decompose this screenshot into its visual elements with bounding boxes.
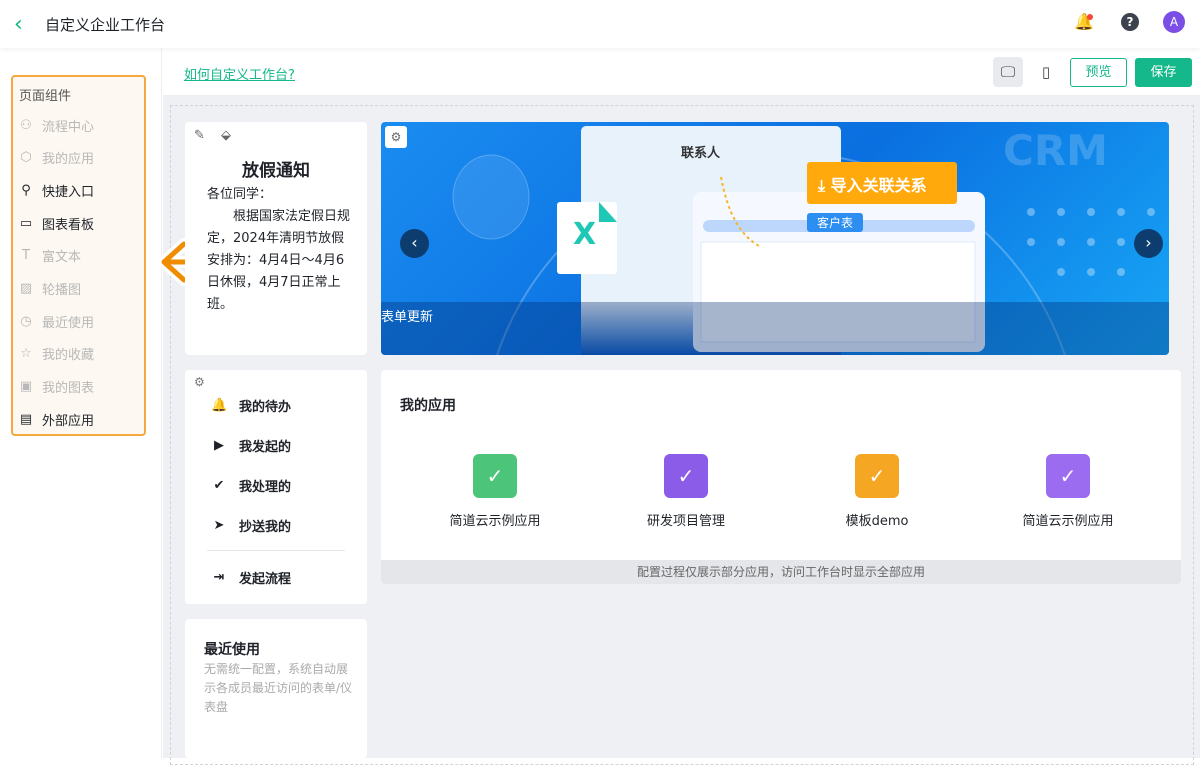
component-panel: 页面组件 ⚇ 流程中心 ⬡ 我的应用 ⚲ 快捷入口 ▭ 图表看板 T 富文本 ▨ 轮播图 ◷ 最近使用 ☆ 我…: [11, 75, 146, 436]
notice-text: 根据国家法定假日规定，2024年清明节放假安排为：4月4日～4月6日休假，4月7…: [207, 209, 351, 312]
sidebar-item-label: 最近使用: [42, 315, 95, 331]
quick-settings-icon[interactable]: ⚙: [194, 375, 205, 389]
panel-title: 页面组件: [19, 89, 72, 104]
banner-settings-icon[interactable]: ⚙: [385, 126, 407, 148]
my-apps-card: 我的应用 ✓ 简道云示例应用 ✓ 研发项目管理 ✓ 模板demo ✓ 简道云示例应用 配置过程…: [381, 370, 1181, 584]
app-item[interactable]: ✓ 简道云示例应用: [988, 454, 1148, 529]
app-label: 简道云示例应用: [449, 514, 541, 529]
carousel-next-button[interactable]: ›: [1134, 229, 1163, 258]
save-button[interactable]: 保存: [1135, 58, 1192, 87]
sidebar-item-label: 富文本: [42, 250, 82, 266]
sidebar-item[interactable]: ☆ 我的收藏: [18, 344, 94, 364]
notice-greeting: 各位同学：: [207, 187, 273, 202]
component-icon: T: [22, 248, 30, 264]
sidebar-item[interactable]: ▨ 轮播图: [18, 279, 81, 299]
app-item[interactable]: ✓ 模板demo: [797, 454, 957, 529]
quick-item-icon: ✔: [213, 478, 225, 493]
preview-button[interactable]: 预览: [1070, 58, 1127, 87]
toolbar: 如何自定义工作台? 🖵 ▯ 预览 保存: [163, 48, 1200, 96]
app-icon: ✓: [1046, 454, 1090, 498]
component-icon: ▤: [19, 411, 33, 427]
import-text: 导入关联关系: [830, 176, 927, 195]
quick-item-label: 我处理的: [239, 480, 292, 495]
component-icon: ⚲: [21, 182, 31, 198]
sidebar-item[interactable]: ⚲ 快捷入口: [18, 180, 94, 200]
quick-item-label: 发起流程: [239, 572, 292, 587]
tablet-view-icon[interactable]: ▯: [1031, 57, 1061, 87]
sidebar-item-label: 我的应用: [42, 152, 95, 168]
divider: [207, 550, 345, 551]
apps-title: 我的应用: [400, 398, 456, 414]
quick-item[interactable]: ✔ 我处理的: [211, 476, 291, 495]
sidebar-item-label: 快捷入口: [42, 184, 95, 200]
quick-item-label: 我发起的: [239, 440, 292, 455]
quick-item[interactable]: ➤ 抄送我的: [211, 516, 291, 535]
app-icon: ✓: [855, 454, 899, 498]
component-icon: ▭: [19, 215, 33, 231]
sidebar-item[interactable]: ▤ 外部应用: [18, 409, 94, 429]
crm-watermark: CRM: [1003, 126, 1108, 175]
quick-item-icon: ▶: [214, 438, 224, 453]
app-label: 简道云示例应用: [1022, 514, 1114, 529]
component-icon: ▨: [19, 281, 33, 296]
quick-item[interactable]: ▶ 我发起的: [211, 436, 291, 455]
sidebar-item-label: 我的图表: [42, 381, 95, 397]
back-icon[interactable]: ‹: [14, 12, 23, 37]
app-icon: ✓: [473, 454, 517, 498]
help-link[interactable]: 如何自定义工作台?: [184, 64, 295, 83]
edit-icon[interactable]: ✎: [194, 128, 205, 143]
notice-body: 各位同学： 根据国家法定假日规定，2024年清明节放假安排为：4月4日～4月6日…: [207, 184, 357, 316]
quick-item[interactable]: 🔔 我的待办: [211, 396, 291, 415]
quick-item-icon: ➤: [213, 518, 225, 533]
fill-icon[interactable]: ⬙: [221, 128, 231, 143]
notice-card[interactable]: ✎ ⬙ 放假通知 各位同学： 根据国家法定假日规定，2024年清明节放假安排为：…: [185, 122, 367, 355]
sidebar-item-label: 图表看板: [42, 217, 95, 233]
contact-label: 联系人: [681, 146, 721, 161]
carousel-banner[interactable]: ⚙ 联系人 X ⤓ 导入关联关系 客户表 CRM 表单更新 ‹ ›: [381, 122, 1169, 355]
sidebar-item-label: 外部应用: [42, 413, 95, 429]
recent-card: 最近使用 无需统一配置，系统自动展示各成员最近访问的表单/仪表盘: [185, 619, 367, 758]
sidebar-item[interactable]: T 富文本: [18, 246, 81, 266]
component-icon: ◷: [20, 313, 32, 329]
quick-item-icon: 🔔: [211, 398, 228, 413]
excel-icon: X: [573, 217, 597, 252]
carousel-prev-button[interactable]: ‹: [400, 229, 429, 258]
app-item[interactable]: ✓ 研发项目管理: [606, 454, 766, 529]
recent-title: 最近使用: [204, 642, 260, 658]
start-process-icon: ⇥: [213, 570, 225, 585]
sidebar-item[interactable]: ⬡ 我的应用: [18, 148, 94, 168]
avatar[interactable]: A: [1163, 11, 1185, 33]
app-item[interactable]: ✓ 简道云示例应用: [415, 454, 575, 529]
sidebar-item[interactable]: ▣ 我的图表: [18, 377, 94, 397]
quick-item-start-process[interactable]: ⇥ 发起流程: [211, 568, 291, 587]
sidebar-item[interactable]: ◷ 最近使用: [18, 311, 94, 331]
sidebar-item-label: 我的收藏: [42, 348, 95, 364]
sidebar-item-label: 流程中心: [42, 119, 95, 135]
banner-caption: 表单更新: [381, 310, 434, 325]
component-icon: ⚇: [20, 117, 32, 133]
app-label: 模板demo: [845, 514, 909, 529]
recent-desc: 无需统一配置，系统自动展示各成员最近访问的表单/仪表盘: [204, 662, 353, 714]
desktop-view-icon[interactable]: 🖵: [993, 57, 1023, 87]
sidebar-item-label: 轮播图: [42, 283, 82, 298]
import-label: ⤓ 导入关联关系: [818, 176, 927, 195]
sidebar-item[interactable]: ⚇ 流程中心: [18, 115, 94, 135]
quick-item-label: 抄送我的: [239, 520, 292, 535]
component-icon: ☆: [20, 346, 32, 362]
notice-title: 放假通知: [242, 161, 310, 181]
sidebar-item[interactable]: ▭ 图表看板: [18, 213, 94, 233]
help-icon[interactable]: ?: [1121, 13, 1139, 31]
apps-note: 配置过程仅展示部分应用，访问工作台时显示全部应用: [381, 560, 1181, 584]
app-icon: ✓: [664, 454, 708, 498]
customer-table-label: 客户表: [807, 213, 864, 232]
component-icon: ⬡: [20, 150, 32, 166]
component-icon: ▣: [19, 379, 33, 395]
notification-dot: [1087, 14, 1093, 20]
app-label: 研发项目管理: [646, 514, 725, 529]
page-title: 自定义企业工作台: [45, 16, 166, 34]
quick-entry-card: ⚙ 🔔 我的待办 ▶ 我发起的 ✔ 我处理的 ➤ 抄送我的 ⇥ 发起流程: [185, 370, 367, 604]
quick-item-label: 我的待办: [239, 400, 292, 415]
app-header: ‹ 自定义企业工作台 🔔 ? A: [0, 0, 1200, 48]
